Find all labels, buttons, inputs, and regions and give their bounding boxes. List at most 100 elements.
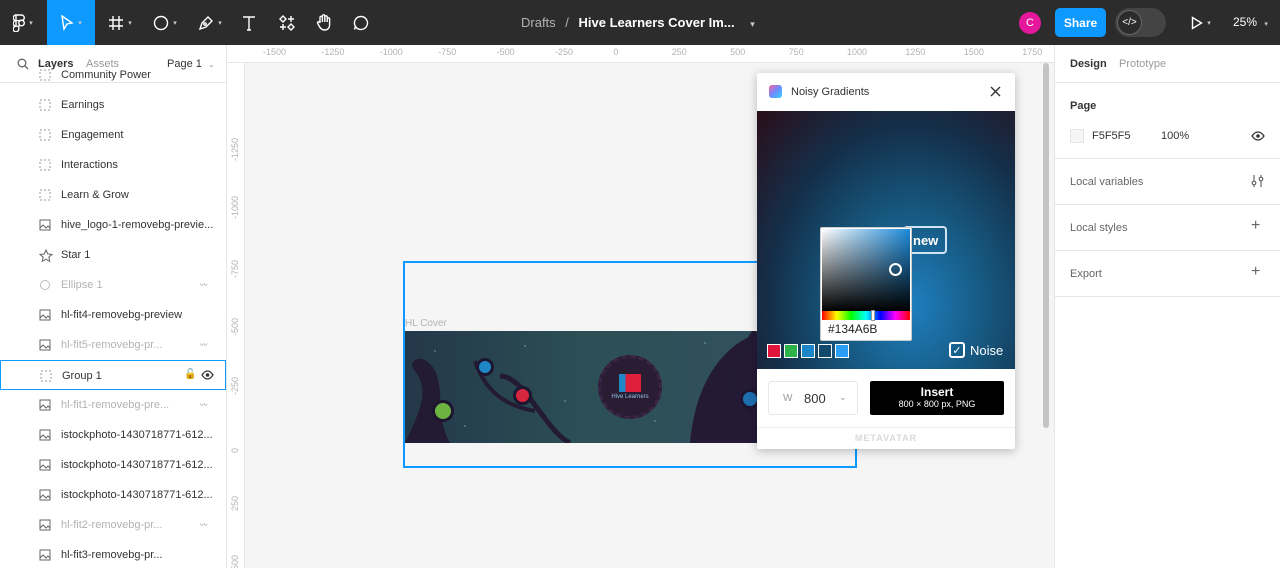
avatar[interactable]: C (1019, 12, 1041, 34)
pen-tool-button[interactable]: ▾ (190, 0, 230, 45)
layer-name: istockphoto-1430718771-612... (61, 429, 213, 441)
hidden-eye-icon[interactable]: ᵕᵕ (200, 400, 208, 411)
group-icon (39, 129, 51, 141)
badge-earn (513, 386, 532, 405)
breadcrumb: Drafts / Hive Learners Cover Im... ▾ (521, 15, 755, 30)
figma-logo-icon (13, 13, 26, 32)
layer-row[interactable]: Earnings (0, 90, 226, 120)
tab-design[interactable]: Design (1070, 58, 1107, 70)
color-picker-handle[interactable] (889, 263, 902, 276)
hidden-eye-icon[interactable]: ᵕᵕ (200, 520, 208, 531)
page-color-value[interactable]: F5F5F5 (1092, 130, 1131, 142)
layer-name: hl-fit4-removebg-preview (61, 309, 183, 321)
layer-row[interactable]: hl-fit1-removebg-pre... ᵕᵕ (0, 390, 226, 420)
color-swatch[interactable] (818, 344, 832, 358)
layer-row[interactable]: istockphoto-1430718771-612... (0, 450, 226, 480)
comment-tool-button[interactable] (347, 0, 375, 45)
local-styles-section[interactable]: Local styles + (1055, 205, 1280, 251)
layer-row[interactable]: Community Power (0, 60, 226, 90)
new-gradient-label: new (913, 233, 939, 248)
checkbox-checked-icon[interactable]: ✓ (949, 342, 965, 358)
layer-row[interactable]: Ellipse 1 ᵕᵕ (0, 270, 226, 300)
resources-button[interactable] (273, 0, 301, 45)
tab-prototype[interactable]: Prototype (1119, 58, 1166, 70)
page-opacity-value[interactable]: 100% (1161, 130, 1189, 142)
unlock-icon[interactable]: 🔓 (184, 369, 196, 380)
layer-row[interactable]: hive_logo-1-removebg-previe... (0, 210, 226, 240)
color-swatch[interactable] (801, 344, 815, 358)
layer-row[interactable]: istockphoto-1430718771-612... (0, 420, 226, 450)
pen-tool-icon (199, 15, 214, 30)
color-swatch[interactable] (767, 344, 781, 358)
text-tool-button[interactable] (235, 0, 263, 45)
hidden-eye-icon[interactable]: ᵕᵕ (200, 280, 208, 291)
layer-name: Ellipse 1 (61, 279, 103, 291)
eye-icon[interactable] (201, 370, 214, 383)
ruler-tick-label: -1000 (230, 196, 240, 220)
hidden-eye-icon[interactable]: ᵕᵕ (200, 340, 208, 351)
noise-toggle[interactable]: ✓ Noise (949, 342, 1003, 358)
move-tool-button[interactable]: ▾ (47, 0, 95, 45)
local-variables-label: Local variables (1070, 176, 1144, 188)
group-icon (39, 69, 51, 81)
ruler-tick-label: -500 (496, 47, 515, 57)
badge-engage (476, 358, 494, 376)
local-variables-section[interactable]: Local variables (1055, 159, 1280, 205)
main-menu-button[interactable]: ▾ (0, 0, 46, 45)
chevron-down-icon[interactable]: ▾ (750, 19, 755, 29)
page-section: Page F5F5F5 100% (1055, 83, 1280, 159)
badge-community-power (432, 400, 454, 422)
horizontal-ruler: -1500 -1250 -1000 -750 -500 -250 0 250 500 750 100… (227, 45, 1054, 63)
ruler-tick-label: 0 (230, 447, 240, 453)
export-section[interactable]: Export + (1055, 251, 1280, 297)
dev-mode-toggle[interactable]: </> (1115, 8, 1166, 37)
plugin-logo-icon (769, 85, 782, 98)
share-button[interactable]: Share (1055, 8, 1106, 37)
frame-label[interactable]: HL Cover (405, 318, 447, 329)
star-icon (38, 248, 54, 263)
layer-row[interactable]: Engagement (0, 120, 226, 150)
image-icon (39, 219, 51, 231)
width-prefix: W (783, 393, 793, 404)
layer-row[interactable]: hl-fit4-removebg-preview (0, 300, 226, 330)
image-icon (39, 339, 51, 351)
layer-row[interactable]: hl-fit2-removebg-pr... ᵕᵕ (0, 510, 226, 540)
hex-value[interactable]: #134A6B (828, 322, 877, 336)
width-select[interactable]: W 800 ⌄ (768, 381, 858, 415)
frame-tool-icon (109, 15, 124, 30)
color-picker[interactable]: #134A6B (820, 227, 912, 341)
color-swatch[interactable] (784, 344, 798, 358)
close-icon[interactable] (990, 86, 1001, 97)
page-color-swatch[interactable] (1070, 129, 1084, 143)
eye-icon[interactable] (1251, 131, 1265, 141)
zoom-menu[interactable]: 25% ▾ (1233, 15, 1268, 29)
layer-row[interactable]: Interactions (0, 150, 226, 180)
frame-tool-button[interactable]: ▾ (100, 0, 140, 45)
insert-button[interactable]: Insert 800 × 800 px, PNG (870, 381, 1004, 415)
layer-name: hl-fit1-removebg-pre... (61, 399, 170, 411)
saturation-area[interactable] (822, 229, 910, 311)
hue-handle[interactable] (871, 310, 875, 321)
add-export-plus-icon[interactable]: + (1251, 263, 1260, 281)
layer-name: istockphoto-1430718771-612... (61, 459, 213, 471)
hue-slider[interactable] (822, 310, 910, 321)
add-style-plus-icon[interactable]: + (1251, 217, 1260, 235)
layer-row[interactable]: Group 1 🔓 (0, 360, 226, 390)
canvas-scrollbar[interactable] (1043, 63, 1049, 428)
present-button[interactable]: ▾ (1184, 0, 1218, 45)
layer-row[interactable]: hl-fit5-removebg-pr... ᵕᵕ (0, 330, 226, 360)
hl-cover-frame[interactable]: Hive Learners (405, 331, 765, 443)
layer-row[interactable]: Learn & Grow (0, 180, 226, 210)
layer-row[interactable]: hl-fit3-removebg-pr... (0, 540, 226, 568)
cover-artwork (405, 331, 765, 443)
group-icon (39, 189, 51, 201)
breadcrumb-project[interactable]: Drafts (521, 15, 556, 30)
hand-tool-button[interactable] (310, 0, 338, 45)
file-name[interactable]: Hive Learners Cover Im... (579, 15, 735, 30)
variables-settings-icon[interactable] (1251, 174, 1264, 188)
color-swatch[interactable] (835, 344, 849, 358)
layer-row[interactable]: istockphoto-1430718771-612... (0, 480, 226, 510)
layer-row[interactable]: Star 1 (0, 240, 226, 270)
shape-tool-button[interactable]: ▾ (145, 0, 185, 45)
vertical-ruler: -1250 -1000 -750 -500 -250 0 250 500 (227, 63, 245, 568)
